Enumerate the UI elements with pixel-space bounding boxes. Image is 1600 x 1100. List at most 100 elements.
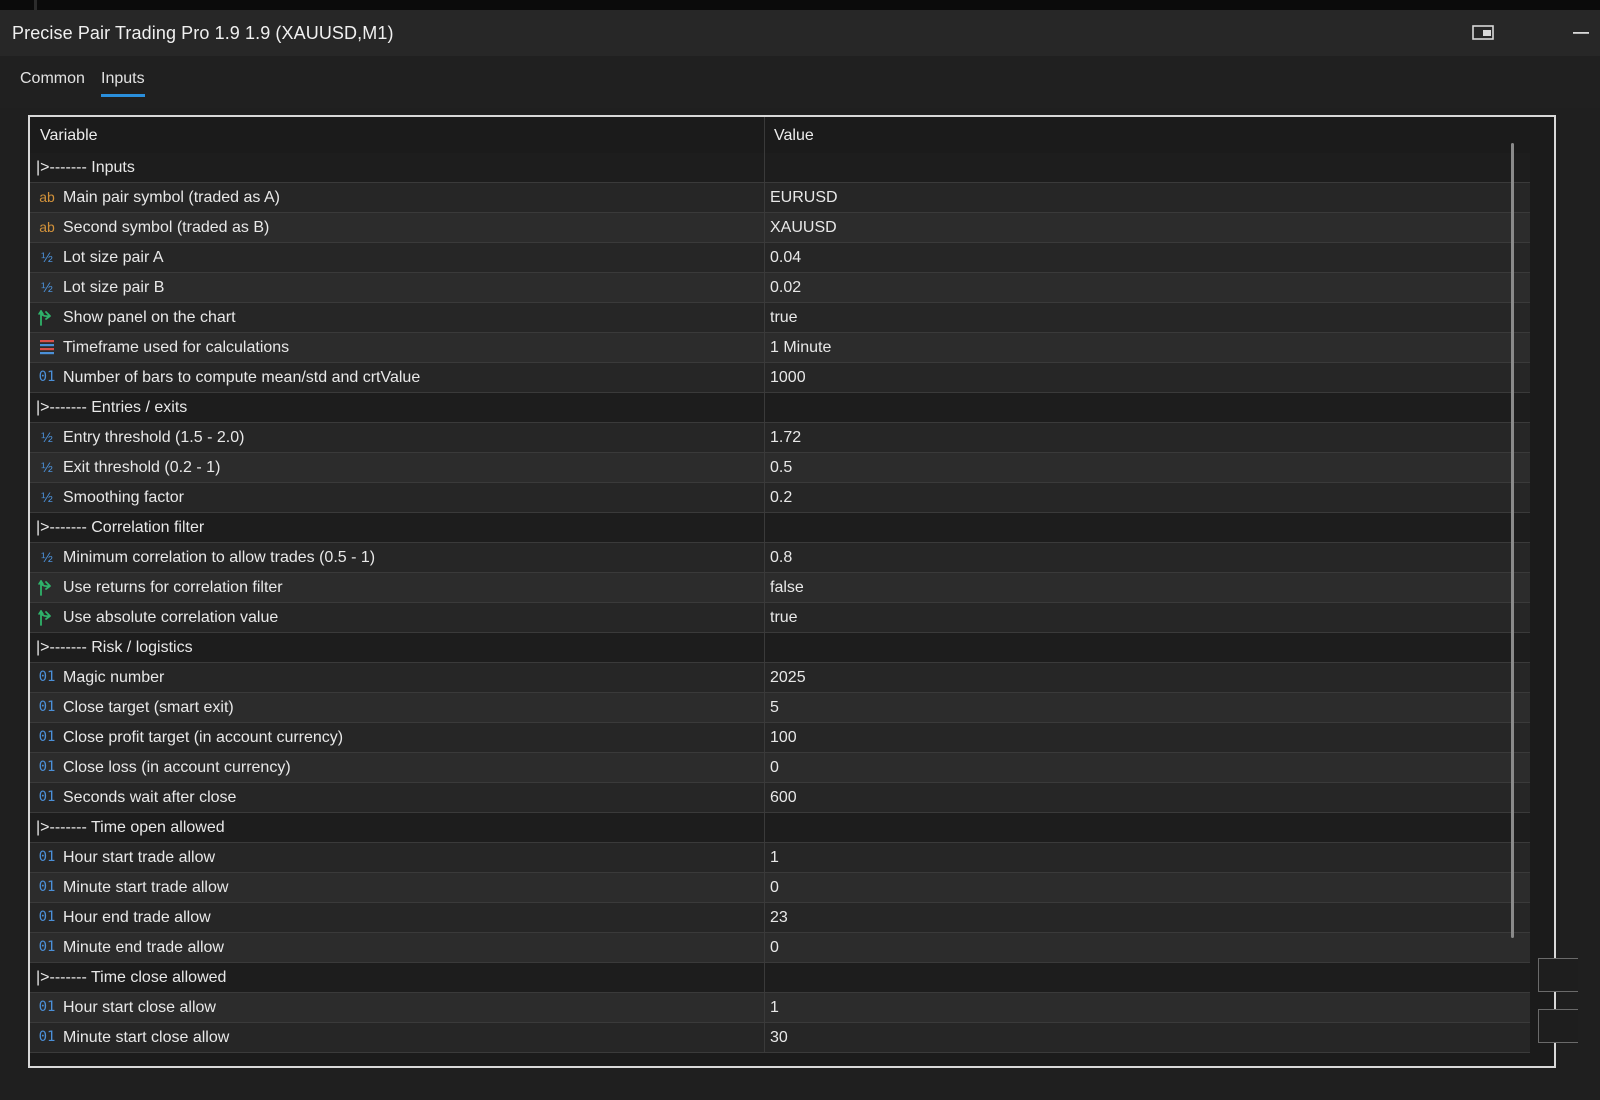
value-cell[interactable]: 30 — [770, 1029, 788, 1047]
value-cell[interactable]: 1 Minute — [770, 339, 831, 357]
variable-cell: Use absolute correlation value — [30, 603, 764, 632]
variable-cell: 01 Number of bars to compute mean/std and… — [30, 363, 764, 392]
value-cell[interactable]: 600 — [770, 789, 797, 807]
cell-divider — [764, 363, 765, 392]
restore-window-icon[interactable] — [1472, 23, 1496, 43]
table-row[interactable]: 01 Close target (smart exit) 5 — [30, 693, 1530, 723]
variable-cell: 01 Seconds wait after close — [30, 783, 764, 812]
section-header-row[interactable]: |>------- Correlation filter — [30, 513, 1530, 543]
side-button-upper[interactable] — [1538, 958, 1578, 992]
variable-label: Number of bars to compute mean/std and c… — [63, 369, 421, 386]
value-cell[interactable]: 23 — [770, 909, 788, 927]
table-row[interactable]: 01 Magic number 2025 — [30, 663, 1530, 693]
table-row[interactable]: 01 Minute start trade allow 0 — [30, 873, 1530, 903]
table-row[interactable]: ½ Minimum correlation to allow trades (0.… — [30, 543, 1530, 573]
value-cell[interactable]: 1.72 — [770, 429, 801, 447]
value-cell[interactable]: 5 — [770, 699, 779, 717]
table-row[interactable]: 01 Seconds wait after close 600 — [30, 783, 1530, 813]
integer-type-icon: 01 — [38, 729, 56, 745]
integer-type-icon: 01 — [38, 789, 56, 805]
column-header-variable[interactable]: Variable — [40, 127, 98, 145]
cell-divider — [764, 393, 765, 422]
variable-cell: 01 Hour start close allow — [30, 993, 764, 1022]
column-divider[interactable] — [764, 117, 765, 153]
table-row[interactable]: ½ Exit threshold (0.2 - 1) 0.5 — [30, 453, 1530, 483]
cell-divider — [764, 153, 765, 182]
value-cell[interactable]: 1000 — [770, 369, 806, 387]
table-row[interactable]: ab Main pair symbol (traded as A) EURUSD — [30, 183, 1530, 213]
column-header-value[interactable]: Value — [774, 127, 814, 145]
variable-label: Smoothing factor — [63, 489, 184, 506]
value-cell[interactable]: 2025 — [770, 669, 806, 687]
value-cell[interactable]: 1 — [770, 849, 779, 867]
variable-label: Minute start close allow — [63, 1029, 230, 1046]
variable-cell: Show panel on the chart — [30, 303, 764, 332]
cell-divider — [764, 873, 765, 902]
section-label: |>------- Inputs — [36, 159, 135, 176]
value-cell[interactable]: 0.8 — [770, 549, 792, 567]
table-row[interactable]: 01 Hour start close allow 1 — [30, 993, 1530, 1023]
value-cell[interactable]: 0 — [770, 939, 779, 957]
integer-type-icon: 01 — [38, 879, 56, 895]
side-button-lower[interactable] — [1538, 1009, 1578, 1043]
section-header-row[interactable]: |>------- Time close allowed — [30, 963, 1530, 993]
variable-label: Hour start trade allow — [63, 849, 216, 866]
boolean-type-icon — [36, 607, 58, 627]
value-cell[interactable]: 0.02 — [770, 279, 801, 297]
table-row[interactable]: 01 Minute start close allow 30 — [30, 1023, 1530, 1053]
table-row[interactable]: Use returns for correlation filter false — [30, 573, 1530, 603]
value-cell[interactable]: EURUSD — [770, 189, 838, 207]
table-row[interactable]: ab Second symbol (traded as B) XAUUSD — [30, 213, 1530, 243]
cell-divider — [764, 1023, 765, 1052]
variable-label: Hour end trade allow — [63, 909, 211, 926]
table-row[interactable]: 01 Number of bars to compute mean/std and… — [30, 363, 1530, 393]
cell-divider — [764, 933, 765, 962]
value-cell[interactable]: 0.2 — [770, 489, 792, 507]
cell-divider — [764, 633, 765, 662]
boolean-type-icon — [36, 577, 58, 597]
section-header-row[interactable]: |>------- Risk / logistics — [30, 633, 1530, 663]
table-row[interactable]: Timeframe used for calculations 1 Minute — [30, 333, 1530, 363]
value-cell[interactable]: false — [770, 579, 804, 597]
tab-inputs[interactable]: Inputs — [101, 70, 145, 97]
table-row[interactable]: Use absolute correlation value true — [30, 603, 1530, 633]
value-cell[interactable]: XAUUSD — [770, 219, 837, 237]
variable-cell: ½ Minimum correlation to allow trades (0.… — [30, 543, 764, 572]
value-cell[interactable]: 0.04 — [770, 249, 801, 267]
table-row[interactable]: ½ Smoothing factor 0.2 — [30, 483, 1530, 513]
variable-label: Use absolute correlation value — [63, 609, 279, 626]
cell-divider — [764, 753, 765, 782]
value-cell[interactable]: true — [770, 609, 798, 627]
section-header-row[interactable]: |>------- Time open allowed — [30, 813, 1530, 843]
cell-divider — [764, 993, 765, 1022]
vertical-scrollbar[interactable] — [1511, 143, 1514, 938]
integer-type-icon: 01 — [38, 759, 56, 775]
tab-common[interactable]: Common — [20, 70, 85, 94]
cell-divider — [764, 963, 765, 992]
variable-cell: 01 Minute start close allow — [30, 1023, 764, 1052]
table-row[interactable]: ½ Lot size pair B 0.02 — [30, 273, 1530, 303]
top-strip — [0, 0, 1600, 10]
cell-divider — [764, 243, 765, 272]
variable-cell: 01 Close loss (in account currency) — [30, 753, 764, 782]
table-row[interactable]: 01 Hour start trade allow 1 — [30, 843, 1530, 873]
table-row[interactable]: 01 Close loss (in account currency) 0 — [30, 753, 1530, 783]
table-row[interactable]: 01 Minute end trade allow 0 — [30, 933, 1530, 963]
section-header-row[interactable]: |>------- Inputs — [30, 153, 1530, 183]
value-cell[interactable]: 1 — [770, 999, 779, 1017]
variable-cell: |>------- Correlation filter — [30, 513, 764, 542]
value-cell[interactable]: 0 — [770, 759, 779, 777]
inputs-table: Variable Value |>------- Inputs ab Main pa… — [28, 115, 1556, 1068]
value-cell[interactable]: 0 — [770, 879, 779, 897]
value-cell[interactable]: 100 — [770, 729, 797, 747]
variable-label: Exit threshold (0.2 - 1) — [63, 459, 221, 476]
table-row[interactable]: ½ Entry threshold (1.5 - 2.0) 1.72 — [30, 423, 1530, 453]
value-cell[interactable]: 0.5 — [770, 459, 792, 477]
table-row[interactable]: Show panel on the chart true — [30, 303, 1530, 333]
minimize-icon[interactable] — [1570, 23, 1594, 43]
section-header-row[interactable]: |>------- Entries / exits — [30, 393, 1530, 423]
table-row[interactable]: 01 Close profit target (in account curren… — [30, 723, 1530, 753]
value-cell[interactable]: true — [770, 309, 798, 327]
table-row[interactable]: 01 Hour end trade allow 23 — [30, 903, 1530, 933]
table-row[interactable]: ½ Lot size pair A 0.04 — [30, 243, 1530, 273]
